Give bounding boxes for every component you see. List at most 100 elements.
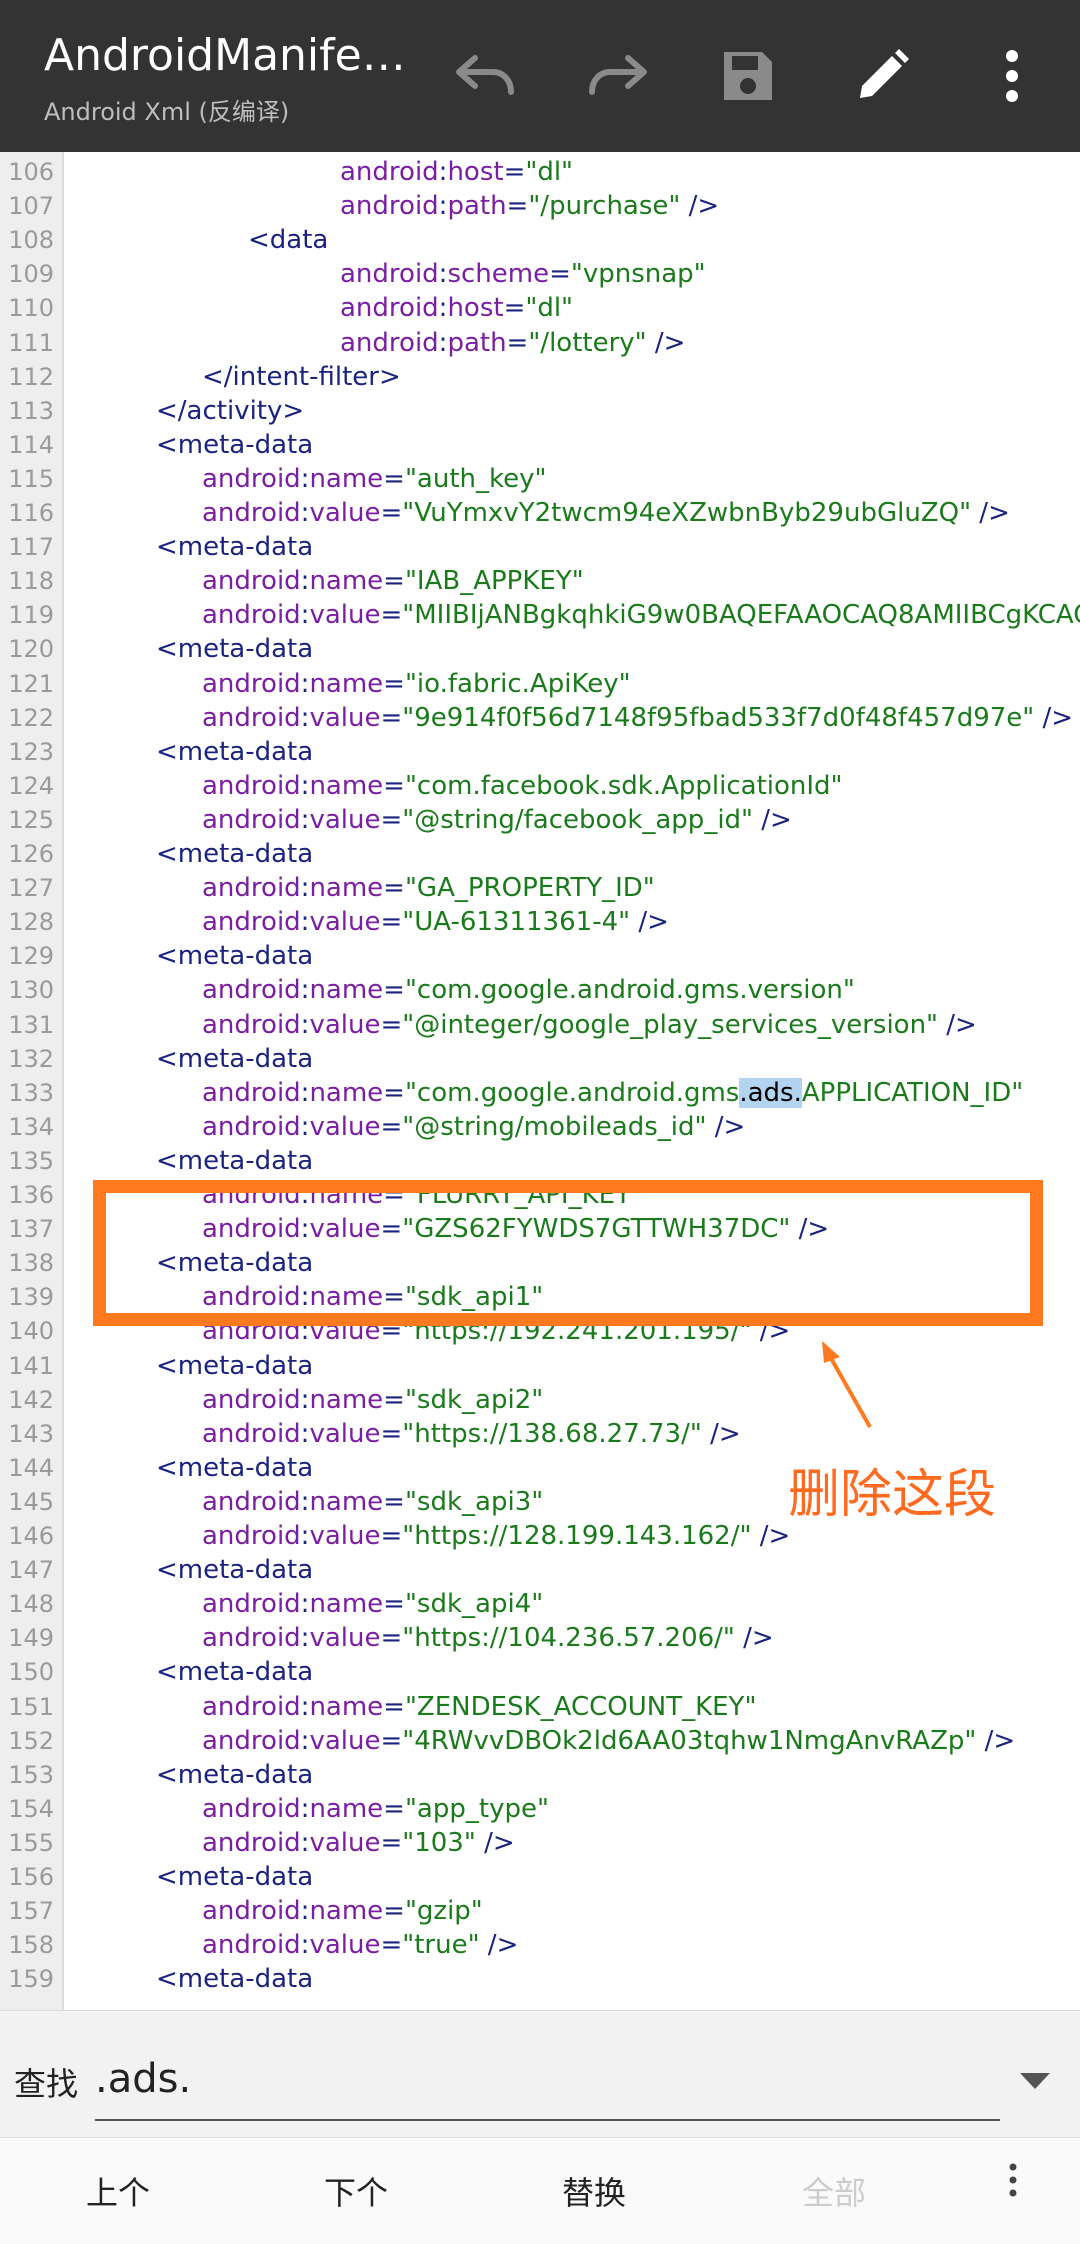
code-token: "com.google.android.gms: [404, 1077, 740, 1108]
code-text: android:name="GA_PROPERTY_ID": [202, 871, 655, 905]
line-number: 110: [8, 294, 54, 323]
code-token: "sdk_api2": [404, 1384, 544, 1415]
code-text: <meta-data: [156, 1042, 313, 1076]
line-number: 109: [8, 260, 54, 289]
code-token: "ZENDESK_ACCOUNT_KEY": [404, 1691, 757, 1722]
dropdown-caret-icon[interactable]: [1018, 2071, 1052, 2095]
code-token: value: [309, 1930, 381, 1961]
line-number: 159: [8, 1965, 54, 1994]
code-token: android: [202, 1793, 301, 1824]
code-token: android: [202, 566, 301, 597]
code-text: <meta-data: [156, 837, 313, 871]
line-number: 112: [8, 362, 54, 391]
code-line: 113 </activity>: [0, 394, 1080, 428]
code-token: =: [503, 293, 526, 324]
code-token: />: [938, 1009, 977, 1040]
line-number: 153: [8, 1760, 54, 1789]
find-input[interactable]: .ads.: [95, 2039, 1000, 2121]
redo-icon[interactable]: [578, 36, 658, 116]
code-token: android: [202, 770, 301, 801]
code-token: android: [202, 668, 301, 699]
line-number: 107: [8, 192, 54, 221]
code-token: android: [202, 975, 301, 1006]
code-token: "app_type": [404, 1793, 549, 1824]
code-line: 129 <meta-data: [0, 939, 1080, 973]
code-token: android: [202, 1077, 301, 1108]
code-token: android: [202, 1691, 301, 1722]
code-token: "sdk_api4": [404, 1589, 544, 1620]
undo-icon[interactable]: [445, 36, 525, 116]
code-token: "vpnsnap": [570, 259, 706, 290]
code-line: 149 android:value="https://104.236.57.206…: [0, 1621, 1080, 1655]
highlight-box: [93, 1180, 1043, 1326]
code-text: android:name="auth_key": [202, 462, 546, 496]
line-number: 115: [8, 464, 54, 493]
code-line: 108 <data: [0, 223, 1080, 257]
code-line: 155 android:value="103" />: [0, 1826, 1080, 1860]
code-token: "sdk_api3": [404, 1486, 544, 1517]
code-editor[interactable]: 106 android:host="dl" 107 android:path="/pu…: [0, 152, 1080, 2010]
replace-all-button[interactable]: 全部: [802, 2168, 866, 2214]
code-token: name: [309, 975, 384, 1006]
line-number: 133: [8, 1078, 54, 1107]
code-token: =: [380, 702, 403, 733]
code-token: APPLICATION_ID": [801, 1077, 1024, 1108]
edit-icon[interactable]: [842, 36, 922, 116]
code-token: name: [309, 1384, 384, 1415]
code-line: 147 <meta-data: [0, 1553, 1080, 1587]
replace-button[interactable]: 替换: [562, 2168, 626, 2214]
code-token: =: [506, 191, 529, 222]
save-icon[interactable]: [708, 36, 788, 116]
code-token: name: [309, 1896, 384, 1927]
code-token: "https://128.199.143.162/": [402, 1521, 752, 1551]
prev-button[interactable]: 上个: [86, 2168, 150, 2214]
code-token: "io.fabric.ApiKey": [404, 668, 631, 699]
code-line: 135 <meta-data: [0, 1144, 1080, 1178]
code-token: "gzip": [404, 1896, 483, 1927]
code-text: <meta-data: [156, 939, 313, 973]
line-number: 136: [8, 1181, 54, 1209]
code-text: android:value="@integer/google_play_serv…: [202, 1008, 977, 1042]
code-text: android:host="dl": [340, 155, 573, 189]
code-text: android:value="VuYmxvY2twcm94eXZwbnByb29…: [202, 496, 1010, 530]
code-token: <meta-data: [156, 1657, 314, 1688]
code-text: android:name="io.fabric.ApiKey": [202, 667, 631, 701]
overflow-menu-icon[interactable]: [1008, 2160, 1018, 2208]
code-token: />: [630, 907, 669, 938]
code-text: android:name="com.google.android.gms.ver…: [202, 973, 855, 1007]
line-number: 122: [8, 703, 54, 732]
find-label: 查找: [14, 2065, 79, 2103]
line-number: 142: [8, 1385, 54, 1414]
next-button[interactable]: 下个: [324, 2168, 388, 2214]
code-token: android: [202, 1009, 301, 1040]
line-number: 124: [8, 771, 54, 800]
code-token: android: [202, 1384, 301, 1415]
code-token: android: [340, 259, 439, 290]
code-text: android:name="sdk_api3": [202, 1485, 543, 1519]
line-number: 157: [8, 1897, 54, 1926]
code-token: "IAB_APPKEY": [404, 566, 584, 597]
code-token: android: [202, 702, 301, 733]
code-text: android:name="com.google.android.gms.ads…: [202, 1076, 1023, 1110]
line-number: 106: [8, 158, 54, 186]
code-token: =: [380, 1111, 403, 1142]
code-token: android: [202, 600, 301, 631]
code-line: 125 android:value="@string/facebook_app_i…: [0, 803, 1080, 837]
code-token: =: [380, 498, 403, 528]
code-text: <meta-data: [156, 735, 313, 769]
code-token: =: [380, 600, 403, 631]
code-token: "/lottery": [528, 327, 647, 358]
code-token: name: [309, 566, 384, 597]
line-number: 151: [8, 1692, 54, 1721]
code-token: value: [309, 1111, 381, 1142]
code-token: =: [383, 1589, 405, 1620]
code-token: android: [202, 804, 301, 835]
code-text: <data: [248, 223, 328, 257]
more-vert-icon[interactable]: [972, 36, 1052, 116]
code-text: android:scheme="vpnsnap": [340, 257, 706, 291]
code-token: />: [1034, 702, 1074, 733]
code-token: "4RWvvDBOk2ld6AA03tqhw1NmgAnvRAZp": [402, 1725, 977, 1756]
code-token: "auth_key": [404, 463, 547, 494]
code-line: 109 android:scheme="vpnsnap": [0, 257, 1080, 291]
code-token: name: [309, 1589, 384, 1620]
